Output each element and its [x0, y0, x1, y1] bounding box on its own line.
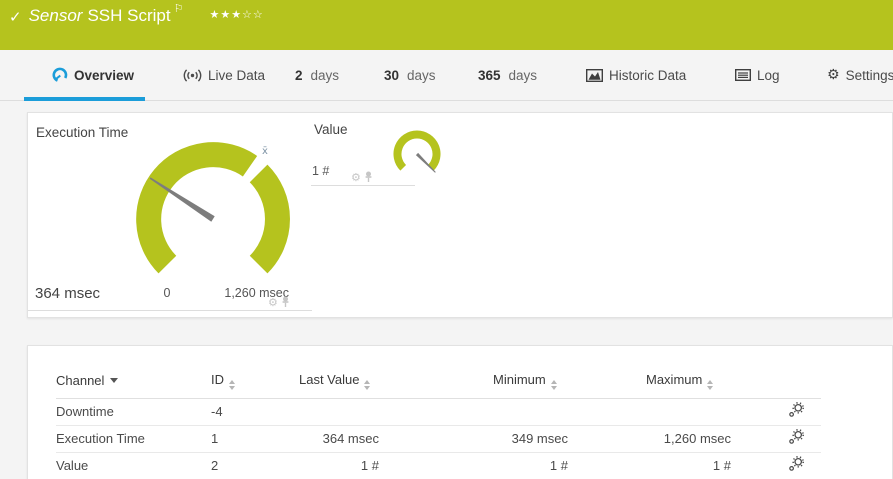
cell-maximum: 1,260 msec — [646, 425, 731, 453]
cell-id: 1 — [211, 425, 299, 453]
tab-overview[interactable]: Overview — [52, 50, 134, 100]
gauge-scale-min: 0 — [163, 286, 171, 300]
gauge-title-execution-time: Execution Time — [36, 125, 129, 140]
live-data-icon — [183, 68, 202, 82]
table-row[interactable]: Execution Time 1 364 msec 349 msec 1,260… — [56, 425, 821, 453]
channel-table: Channel ID Last Value Minimum Maximum Do… — [56, 364, 821, 479]
flag-icon[interactable]: ⚐ — [174, 2, 184, 15]
tab-2-days[interactable]: 2 days — [295, 50, 339, 100]
tab-live-data[interactable]: Live Data — [183, 50, 265, 100]
tab-label: Log — [757, 67, 780, 83]
gauge-title-value: Value — [314, 122, 348, 137]
cell-last-value — [299, 398, 379, 426]
gauge-cell-divider — [28, 310, 312, 311]
settings-gear-icon: ⚙ — [827, 67, 840, 83]
gauge-gear-icon[interactable]: ⚙ — [351, 172, 361, 183]
column-header-channel[interactable]: Channel — [56, 364, 211, 399]
value-gauge — [393, 130, 441, 173]
sort-desc-icon — [110, 378, 119, 384]
value-current-value: 1 # — [312, 164, 330, 178]
cell-minimum — [493, 398, 568, 426]
tab-label: Overview — [74, 67, 135, 83]
execution-time-current-value: 364 msec — [35, 285, 101, 302]
status-check-icon: ✓ — [9, 8, 22, 26]
historic-chart-icon — [586, 68, 603, 82]
average-marker: x̄ — [262, 146, 268, 157]
gauge-cell-divider — [311, 185, 415, 186]
sort-icon — [707, 379, 714, 390]
column-header-id[interactable]: ID — [211, 364, 299, 399]
tab-unit: days — [310, 67, 340, 83]
tab-historic-data[interactable]: Historic Data — [586, 50, 686, 100]
sensor-header: ✓ Sensor SSH Script ⚐ ★★★☆☆ — [0, 0, 893, 50]
table-row[interactable]: Value 2 1 # 1 # 1 # — [56, 452, 821, 479]
cell-last-value: 364 msec — [299, 425, 379, 453]
priority-stars[interactable]: ★★★☆☆ — [209, 8, 263, 21]
cell-channel: Downtime — [56, 398, 211, 426]
tab-365-days[interactable]: 365 days — [478, 50, 537, 100]
channel-settings-icon[interactable] — [788, 429, 804, 448]
tab-unit: days — [508, 67, 538, 83]
execution-time-gauge — [136, 142, 290, 274]
tab-number: 30 — [384, 67, 400, 83]
tab-label: Settings — [845, 67, 893, 83]
column-header-last-value[interactable]: Last Value — [299, 364, 379, 399]
gauge-pin-icon[interactable] — [364, 171, 373, 183]
channel-settings-icon[interactable] — [788, 402, 804, 421]
cell-minimum: 349 msec — [493, 425, 568, 453]
sort-icon — [550, 379, 557, 390]
tab-number: 365 — [478, 67, 501, 83]
cell-channel: Execution Time — [56, 425, 211, 453]
sensor-title: SSH Script — [87, 6, 171, 25]
tab-label: Historic Data — [609, 67, 687, 83]
gauge-icon — [52, 67, 68, 82]
tab-log[interactable]: Log — [735, 50, 780, 100]
column-header-maximum[interactable]: Maximum — [646, 364, 731, 399]
cell-id: -4 — [211, 398, 299, 426]
channel-table-panel: Channel ID Last Value Minimum Maximum Do… — [27, 345, 893, 479]
column-header-minimum[interactable]: Minimum — [493, 364, 568, 399]
overview-gauges-panel: Execution Time x̄ 0 1,260 msec 364 msec … — [27, 112, 893, 318]
channel-settings-icon[interactable] — [788, 456, 804, 475]
gauge-pin-icon[interactable] — [281, 296, 290, 308]
log-icon — [735, 69, 751, 81]
table-row[interactable]: Downtime -4 — [56, 398, 821, 426]
cell-channel: Value — [56, 452, 211, 479]
sort-icon — [364, 379, 371, 390]
tab-number: 2 — [295, 67, 303, 83]
tab-settings[interactable]: ⚙ Settings — [827, 50, 893, 100]
tab-label: Live Data — [208, 67, 266, 83]
tab-bar: Overview Live Data 2 days 30 days 365 da… — [0, 50, 893, 103]
table-header-row: Channel ID Last Value Minimum Maximum — [56, 364, 821, 399]
cell-id: 2 — [211, 452, 299, 479]
sort-icon — [229, 379, 235, 390]
title-prefix: Sensor — [28, 6, 83, 25]
tab-unit: days — [407, 67, 436, 83]
cell-minimum: 1 # — [493, 452, 568, 479]
tab-30-days[interactable]: 30 days — [384, 50, 436, 100]
cell-maximum: 1 # — [646, 452, 731, 479]
cell-last-value: 1 # — [299, 452, 379, 479]
cell-maximum — [646, 398, 731, 426]
gauge-gear-icon[interactable]: ⚙ — [268, 297, 278, 308]
